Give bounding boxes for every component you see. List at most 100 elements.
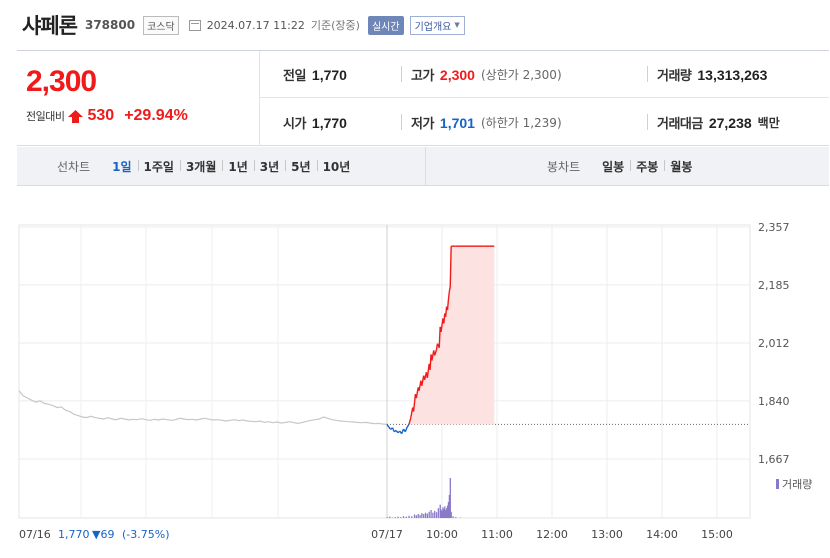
change-percent: +29.94% xyxy=(124,107,188,124)
volume-bar xyxy=(400,517,402,518)
quote-datetime: 2024.07.17 11:22 xyxy=(206,18,305,32)
quote-row-2: 시가 1,770 저가 1,701 (하한가 1,239) 거래대금 27,23… xyxy=(260,99,829,146)
price-box: 2,300 전일대비 530 +29.94% xyxy=(17,51,260,146)
volume-legend: 거래량 xyxy=(776,478,812,491)
volume-bar xyxy=(389,516,391,518)
tab-weekly-candle[interactable]: 주봉 xyxy=(630,158,664,175)
prev-day-date: 07/16 xyxy=(19,528,51,541)
low-value: 1,701 xyxy=(439,114,475,131)
y-tick-label: 2,357 xyxy=(758,221,790,234)
tab-1-week[interactable]: 1주일 xyxy=(137,158,180,175)
volume-legend-swatch xyxy=(776,479,779,489)
x-tick-label: 15:00 xyxy=(701,528,733,541)
high-label: 고가 xyxy=(411,69,434,84)
prev-close-label: 전일 xyxy=(283,69,306,84)
volume-bar xyxy=(408,515,410,518)
open-label: 시가 xyxy=(283,117,306,132)
x-tick-label: 13:00 xyxy=(591,528,623,541)
line-chart-tabs: 선차트 1일 1주일 3개월 1년 3년 5년 10년 xyxy=(57,147,356,186)
volume-bar xyxy=(386,517,388,518)
divider xyxy=(647,114,648,130)
today-series-segment xyxy=(447,291,451,301)
market-badge: 코스닥 xyxy=(143,15,179,35)
x-tick-label: 11:00 xyxy=(481,528,513,541)
high-value: 2,300 xyxy=(439,66,475,83)
divider xyxy=(401,66,402,82)
tabs-divider xyxy=(425,147,426,186)
y-tick-label: 1,840 xyxy=(758,395,790,408)
low-label: 저가 xyxy=(411,117,434,132)
volume-bar xyxy=(423,514,425,518)
candle-chart-tabs: 봉차트 일봉 주봉 월봉 xyxy=(547,147,698,186)
volume-legend-label: 거래량 xyxy=(782,478,812,491)
trade-value-stat: 거래대금 27,238 백만 xyxy=(657,99,780,146)
tab-10-year[interactable]: 10년 xyxy=(316,158,357,175)
volume-bar xyxy=(405,516,407,518)
volume-bar xyxy=(450,511,452,518)
volume-bar xyxy=(452,516,454,518)
trade-value-label: 거래대금 xyxy=(657,117,703,132)
prev-day-close: 1,770 xyxy=(58,528,90,541)
tab-3-year[interactable]: 3년 xyxy=(253,158,285,175)
x-axis: 07/17 10:00 11:00 12:00 13:00 14:00 15:00 xyxy=(371,528,733,541)
today-series-segment xyxy=(404,426,408,433)
trade-value: 27,238 xyxy=(708,114,752,131)
change-label: 전일대비 xyxy=(26,110,65,123)
tab-5-year[interactable]: 5년 xyxy=(285,158,316,175)
tab-daily-candle[interactable]: 일봉 xyxy=(596,158,630,175)
volume-bar xyxy=(428,511,430,518)
quote-row-1: 전일 1,770 고가 2,300 (상한가 2,300) 거래량 13,313… xyxy=(260,51,829,98)
chevron-down-icon: ▼ xyxy=(454,21,460,29)
current-price: 2,300 xyxy=(26,65,97,98)
volume-bar xyxy=(413,514,416,518)
quote-panel: 2,300 전일대비 530 +29.94% 전일 1,770 고가 2,300… xyxy=(17,50,829,146)
volume-bar xyxy=(397,516,399,518)
volume-bar xyxy=(426,513,429,518)
calendar-icon xyxy=(188,19,201,31)
prev-day-line xyxy=(18,390,388,425)
stock-code: 378800 xyxy=(84,18,136,32)
price-fill-area xyxy=(409,246,495,425)
prev-close-value: 1,770 xyxy=(311,66,347,83)
x-tick-label: 14:00 xyxy=(646,528,678,541)
trade-value-unit: 백만 xyxy=(757,116,780,130)
x-tick-label: 12:00 xyxy=(536,528,568,541)
volume-bar xyxy=(434,510,436,518)
divider xyxy=(647,66,648,82)
x-tick-label: 10:00 xyxy=(426,528,458,541)
prev-day-percent: (-3.75%) xyxy=(122,528,170,541)
tab-1-day[interactable]: 1일 xyxy=(106,158,137,175)
tab-1-year[interactable]: 1년 xyxy=(222,158,253,175)
volume-stat: 거래량 13,313,263 xyxy=(657,51,767,98)
high-stat: 고가 2,300 (상한가 2,300) xyxy=(411,51,562,98)
volume-bar xyxy=(415,515,418,518)
tab-3-month[interactable]: 3개월 xyxy=(179,158,222,175)
prev-day-change: ▼69 xyxy=(92,528,114,541)
open-stat: 시가 1,770 xyxy=(283,99,347,146)
open-value: 1,770 xyxy=(311,114,347,131)
change-row: 전일대비 530 +29.94% xyxy=(26,107,188,125)
upper-limit: (상한가 2,300) xyxy=(480,68,562,82)
volume-bar xyxy=(430,510,432,518)
y-tick-label: 2,012 xyxy=(758,337,790,350)
volume-bar xyxy=(455,517,457,518)
today-line xyxy=(386,245,495,435)
realtime-button[interactable]: 실시간 xyxy=(367,15,404,35)
volume-bar xyxy=(394,517,396,518)
volume-label: 거래량 xyxy=(657,69,692,84)
stock-header: 샤페론 378800 코스닥 2024.07.17 11:22 기준(장중) 실… xyxy=(22,10,465,40)
volume-bar xyxy=(421,513,423,518)
y-tick-label: 2,185 xyxy=(758,279,790,292)
volume-bar xyxy=(417,514,419,518)
low-stat: 저가 1,701 (하한가 1,239) xyxy=(411,99,562,146)
price-chart: 2,357 2,185 2,012 1,840 1,667 07/17 10:00 11:0… xyxy=(18,221,812,541)
company-info-label: 기업개요 xyxy=(414,21,452,33)
company-info-button[interactable]: 기업개요 ▼ xyxy=(409,15,465,35)
volume-value: 13,313,263 xyxy=(697,66,768,83)
today-series-segment xyxy=(449,246,452,287)
stock-name: 샤페론 xyxy=(22,14,78,38)
volume-bar xyxy=(437,508,440,518)
tab-monthly-candle[interactable]: 월봉 xyxy=(664,158,698,175)
today-series-segment xyxy=(406,423,410,428)
divider xyxy=(401,114,402,130)
